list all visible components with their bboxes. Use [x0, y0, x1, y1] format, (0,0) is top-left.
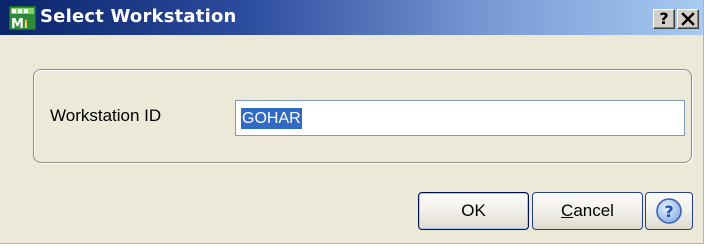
question-mark-icon: ? [659, 9, 669, 28]
svg-text:M: M [11, 17, 24, 30]
workstation-id-label: Workstation ID [50, 106, 162, 125]
window-title: Select Workstation [40, 6, 237, 27]
svg-text:?: ? [664, 202, 673, 221]
cancel-mnemonic: C [561, 201, 574, 220]
workstation-id-selected-text: GOHAR [241, 108, 302, 129]
close-icon [681, 12, 695, 26]
title-bar[interactable]: M i Select Workstation ? [0, 0, 703, 35]
ok-button-label: OK [461, 201, 486, 220]
select-workstation-dialog: M i Select Workstation ? Workstation ID … [0, 0, 704, 244]
titlebar-close-button[interactable] [677, 9, 699, 29]
app-icon: M i [9, 6, 36, 30]
cancel-label-rest: ancel [573, 201, 614, 220]
titlebar-help-button[interactable]: ? [653, 9, 675, 29]
svg-text:i: i [24, 18, 28, 30]
cancel-button-label: Cancel [561, 201, 614, 220]
workstation-id-input[interactable]: GOHAR [235, 100, 685, 136]
cancel-button[interactable]: Cancel [532, 192, 643, 230]
help-circle-icon: ? [656, 198, 682, 224]
ok-button[interactable]: OK [418, 192, 529, 230]
help-button[interactable]: ? [645, 192, 693, 230]
